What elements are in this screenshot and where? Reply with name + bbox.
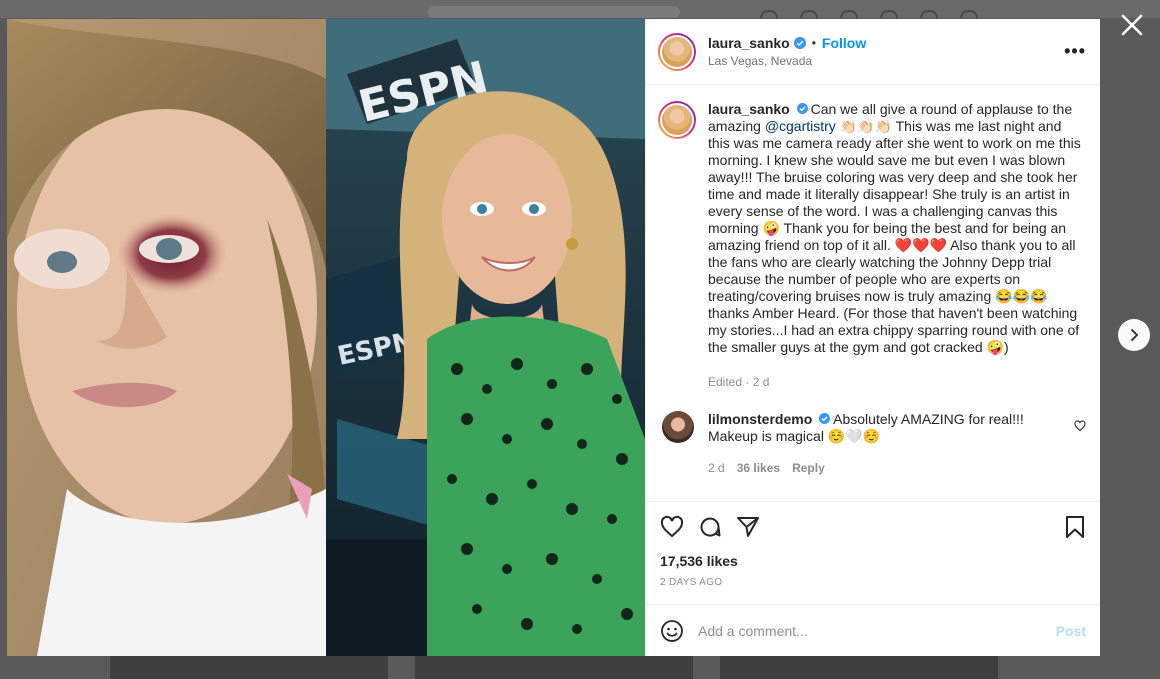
comment-composer: Post [646,604,1100,656]
author-username[interactable]: laura_sanko [708,35,790,51]
next-post-button[interactable] [1118,319,1150,351]
like-button[interactable] [660,515,684,539]
edited-timestamp: Edited · 2 d [708,375,770,389]
caption-username[interactable]: laura_sanko [708,101,790,117]
likes-count[interactable]: 17,536 likes [660,553,1086,569]
verified-icon [819,413,831,424]
comment-icon [700,517,721,537]
close-button[interactable] [1119,12,1145,38]
background-thumbnail [720,656,998,679]
post-image: ESPN ESPN [7,19,645,656]
photo-collage: ESPN ESPN [7,19,645,656]
commenter-avatar[interactable] [662,411,694,443]
verified-icon [796,103,808,114]
follow-button[interactable]: Follow [822,35,866,51]
bookmark-icon [1066,516,1084,538]
share-icon [737,517,759,537]
comment-item: lilmonsterdemo Absolutely AMAZING for re… [658,411,1086,477]
background-thumbnail [110,656,388,679]
chevron-right-icon [1131,329,1138,341]
caption-mention-link[interactable]: @cgartistry [765,118,836,134]
post-modal: ESPN ESPN laura_sanko • Follow Las Vegas… [7,19,1100,656]
comment-input[interactable] [698,622,1056,639]
separator-dot: • [811,36,816,50]
caption: laura_sanko Can we all give a round of a… [658,101,1086,391]
save-button[interactable] [1064,515,1086,539]
background-nav-icons [760,10,978,18]
reply-button[interactable]: Reply [792,460,825,477]
close-icon [1121,14,1143,36]
comments-section: laura_sanko Can we all give a round of a… [646,85,1100,501]
post-comment-button[interactable]: Post [1056,623,1086,639]
post-header: laura_sanko • Follow Las Vegas, Nevada •… [646,19,1100,85]
comment-likes-count[interactable]: 36 likes [737,460,780,477]
caption-part-2: 👏🏻👏🏻👏🏻 This was me last night and this w… [708,118,1081,355]
post-timestamp[interactable]: 2 DAYS AGO [660,577,1086,588]
caption-text: laura_sanko Can we all give a round of a… [708,101,1086,391]
commenter-username[interactable]: lilmonsterdemo [708,411,812,427]
post-details-panel: laura_sanko • Follow Las Vegas, Nevada •… [645,19,1100,656]
verified-icon [793,37,806,49]
comment-meta: 2 d 36 likes Reply [708,460,1038,477]
more-options-button[interactable]: ••• [1064,41,1086,62]
emoji-icon [661,619,683,642]
background-thumbnail [415,656,693,679]
share-button[interactable] [736,515,760,539]
comment-age[interactable]: 2 d [708,460,725,477]
post-location[interactable]: Las Vegas, Nevada [708,54,1064,68]
comment-like-button[interactable] [1074,419,1086,437]
heart-icon [660,515,684,538]
comment-text: lilmonsterdemo Absolutely AMAZING for re… [708,411,1038,477]
heart-icon [1074,420,1086,432]
author-avatar[interactable] [658,32,696,71]
emoji-button[interactable] [660,619,684,643]
comment-button[interactable] [698,515,722,539]
caption-avatar[interactable] [658,101,696,139]
background-search [428,6,680,18]
post-actions: 17,536 likes 2 DAYS AGO [646,501,1100,604]
